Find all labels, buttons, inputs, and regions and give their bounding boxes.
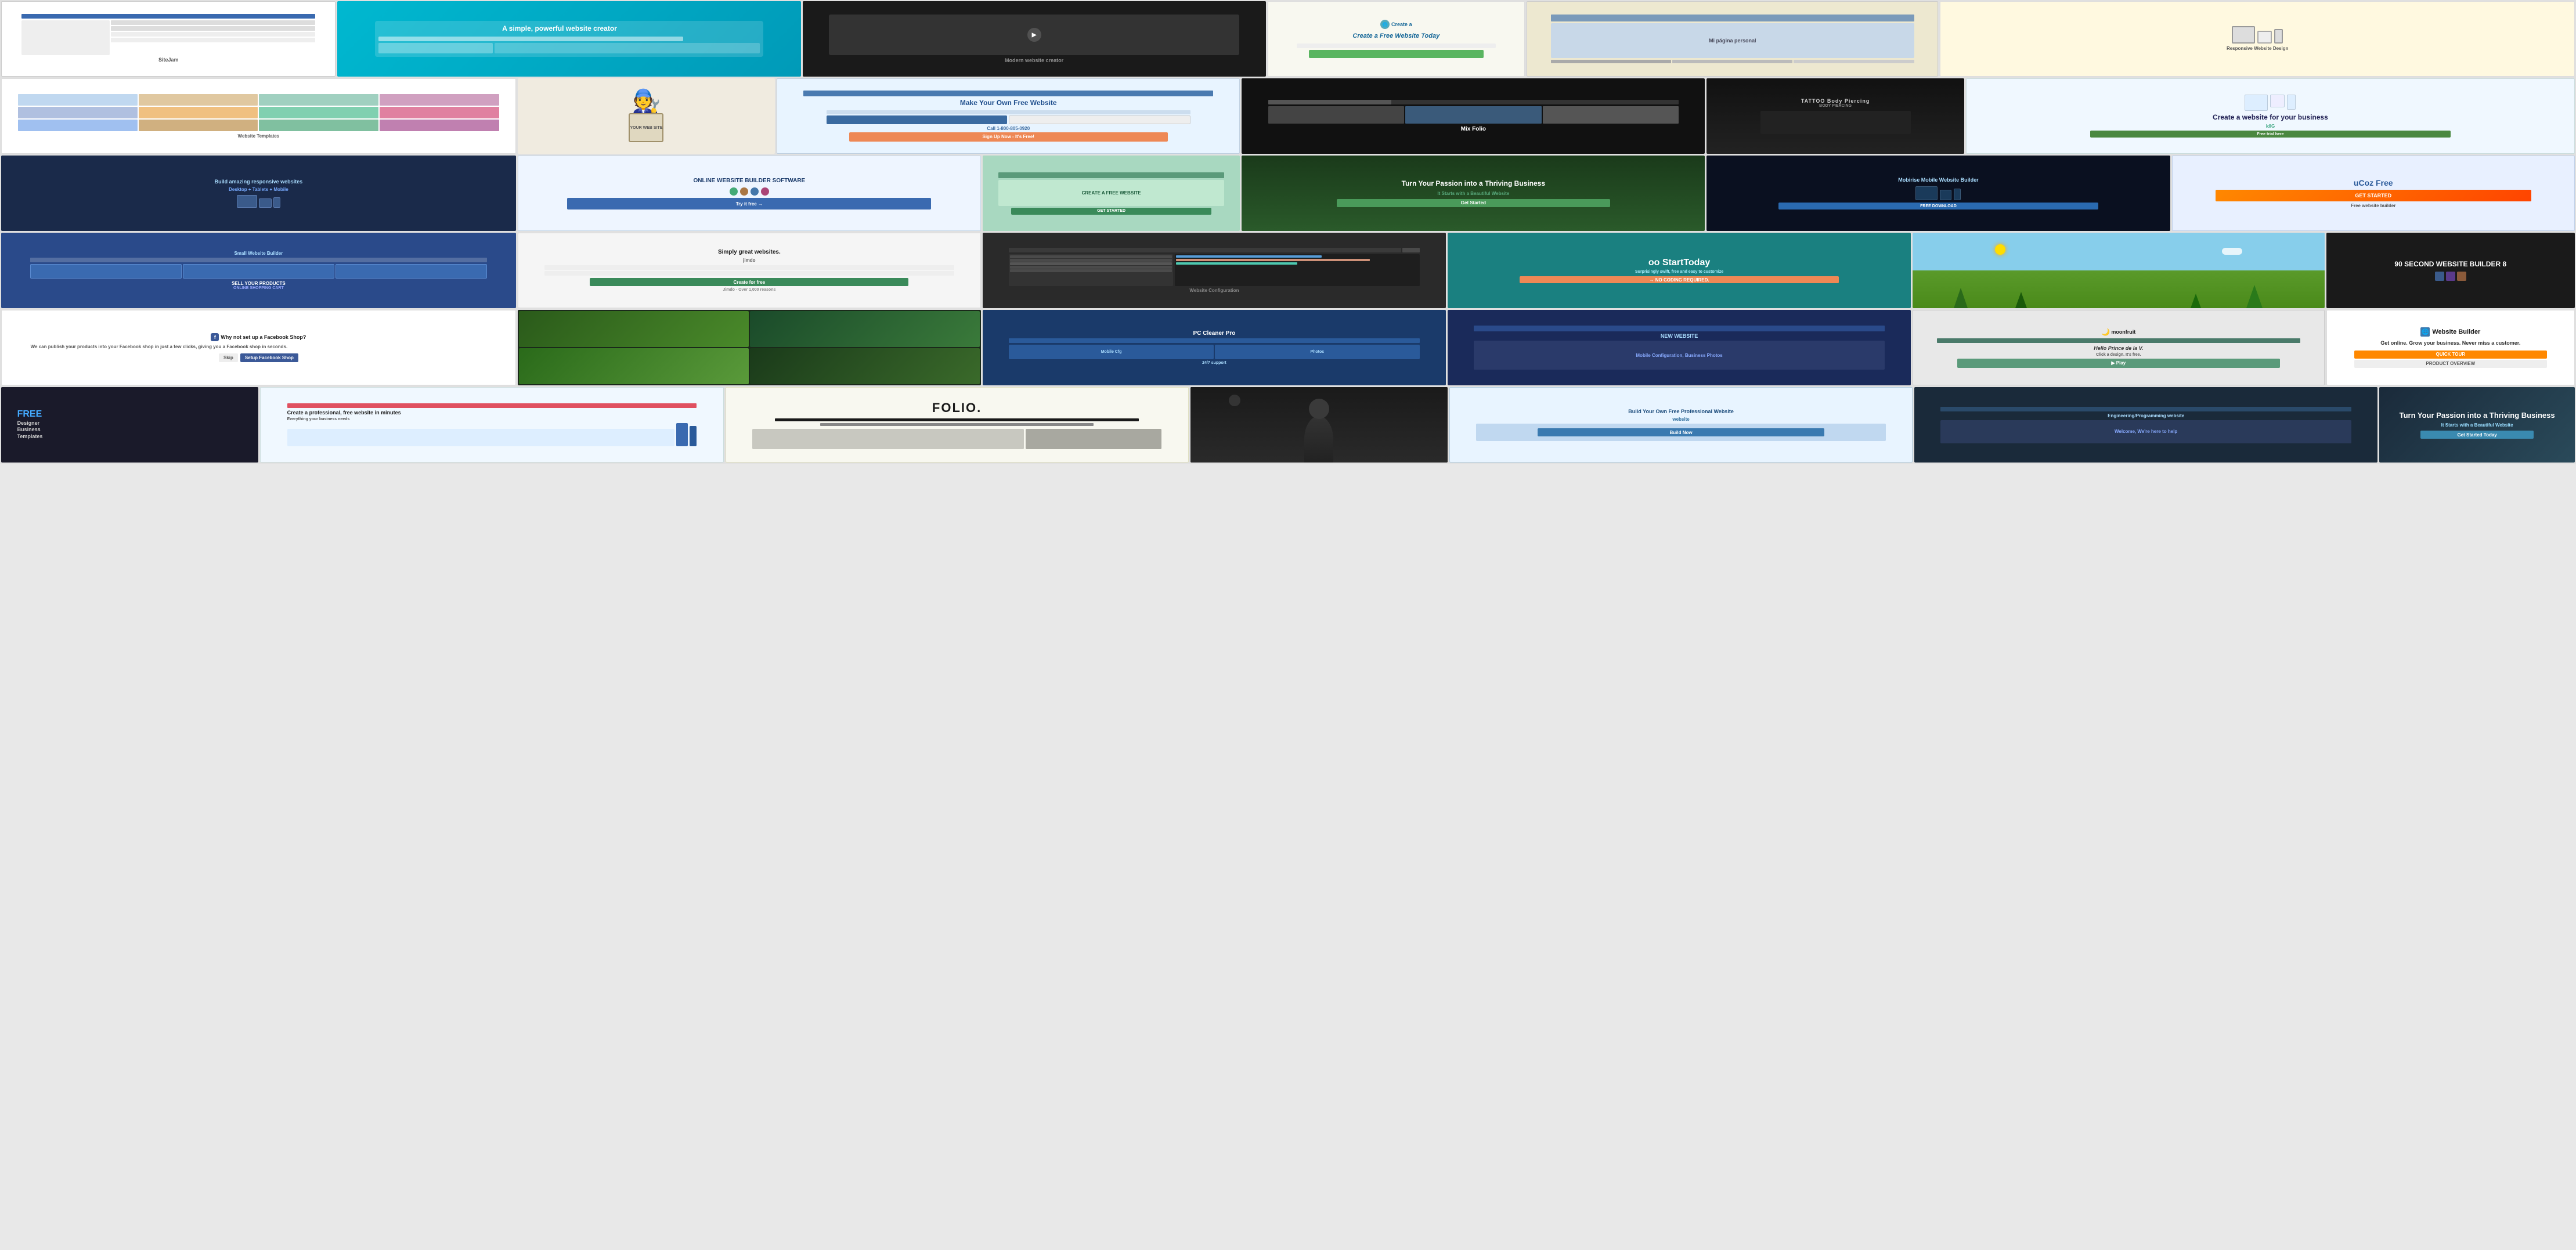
sitejam-app-label: A simple, powerful website creator [378, 24, 740, 34]
tile-company-home[interactable]: CREATE A FREE WEBSITE GET STARTED [983, 156, 1240, 231]
tile-responsive-builder[interactable]: Build amazing responsive websites Deskto… [1, 156, 516, 231]
gostart-sub: Surprisingly swift, free and easy to cus… [1635, 270, 1723, 274]
tile-online-software[interactable]: ONLINE WEBSITE BUILDER SOFTWARE Try it f… [518, 156, 981, 231]
row-4: Small Website Builder SELL YOUR PRODUCTS… [1, 233, 2575, 308]
moonfruit-label: 🌙moonfruit [2101, 328, 2135, 336]
tile-mascot[interactable]: 🧑‍🔧 YOUR WEB SITE [518, 78, 775, 154]
tile-folio[interactable]: FOLIO. [726, 387, 1189, 463]
mosaic-container: SiteJam A simple, powerful website creat… [0, 0, 2576, 464]
create-professional-sub: Everything your business needs [287, 417, 697, 421]
tile-dark-builder[interactable]: ▶ Modern website creator [803, 1, 1266, 77]
tile-make-free[interactable]: Make Your Own Free Website Call 1-800-80… [777, 78, 1240, 154]
tile-tattoo[interactable]: TATTOO Body Piercing BODY PIERCING [1706, 78, 1964, 154]
company-home-label: CREATE A FREE WEBSITE [1082, 190, 1141, 196]
tile-sitejam-app[interactable]: A simple, powerful website creator [337, 1, 800, 77]
tattoo-sub: BODY PIERCING [1819, 104, 1852, 108]
tile-90second[interactable]: 90 SECOND WEBSITE BUILDER 8 [2326, 233, 2575, 308]
mascot-label: YOUR WEB SITE [630, 126, 662, 130]
tile-file-editor[interactable]: Website Configuration [983, 233, 1446, 308]
passion-business-sub: It Starts with a Beautiful Website [1437, 191, 1509, 196]
engineering-sub: Welcome, We're here to help [2115, 429, 2177, 434]
row-2: Website Templates 🧑‍🔧 YOUR WEB SITE Make… [1, 78, 2575, 154]
small-builder-sub: SELL YOUR PRODUCTS [232, 281, 286, 286]
tile-pc-cleaner[interactable]: PC Cleaner Pro Mobile Cfg Photos 24/7 su… [983, 310, 1446, 385]
tile-mobirise[interactable]: Mobirise Mobile Website Builder FREE DOW… [1706, 156, 2170, 231]
wb-cta-label: Website Builder [2432, 328, 2480, 335]
new-website-label: NEW WEBSITE [1661, 333, 1698, 339]
free-templates-label: FREE [17, 409, 42, 419]
templates-label: Website Templates [238, 133, 280, 139]
90second-label: 90 SECOND WEBSITE BUILDER 8 [2394, 260, 2506, 268]
tile-portrait[interactable] [1190, 387, 1448, 463]
make-free-sub: Call 1-800-805-0920 [987, 126, 1030, 131]
small-builder-sub2: ONLINE SHOPPING CART [233, 286, 284, 290]
tile-jimdo[interactable]: Simply great websites. jimdo Create for … [518, 233, 981, 308]
tile-templates[interactable]: Website Templates [1, 78, 516, 154]
responsive-builder-label: Build amazing responsive websites [215, 179, 303, 185]
tile-business[interactable]: Create a website for your business idlG … [1966, 78, 2575, 154]
row-3: Build amazing responsive websites Deskto… [1, 156, 2575, 231]
dark-builder-label: Modern website creator [1005, 57, 1063, 63]
tile-nature-photos[interactable] [518, 310, 981, 385]
tile-wb-cta[interactable]: 🌐 Website Builder Get online. Grow your … [2326, 310, 2575, 385]
ucoz-label: uCoz Free [2354, 178, 2393, 187]
row-1: SiteJam A simple, powerful website creat… [1, 1, 2575, 77]
sitejam-label: SiteJam [158, 57, 179, 64]
engineering-label: Engineering/Programming website [2108, 413, 2184, 418]
tile-small-builder[interactable]: Small Website Builder SELL YOUR PRODUCTS… [1, 233, 516, 308]
personal-label: Mi página personal [1709, 38, 1756, 44]
wb-cta-desc: Get online. Grow your business. Never mi… [2380, 339, 2520, 348]
responsive-builder-sub: Desktop + Tablets + Mobile [229, 187, 288, 192]
mobirise-label: Mobirise Mobile Website Builder [1898, 177, 1978, 183]
tile-create-free[interactable]: 🌐 Create a Create a Free Website Today [1268, 1, 1525, 77]
tile-build-own[interactable]: Build Your Own Free Professional Website… [1449, 387, 1913, 463]
business-sub: idlG [2266, 124, 2275, 129]
row-5: f Why not set up a Facebook Shop? We can… [1, 310, 2575, 385]
facebook-shop-label: Why not set up a Facebook Shop? [221, 334, 306, 340]
row-6: FREE DesignerBusinessTemplates Create a … [1, 387, 2575, 463]
passion-business-label: Turn Your Passion into a Thriving Busine… [1402, 179, 1545, 189]
create-professional-label: Create a professional, free website in m… [287, 410, 697, 416]
small-builder-label: Small Website Builder [234, 251, 283, 256]
tattoo-label: TATTOO Body Piercing [1801, 98, 1870, 104]
moonfruit-sub: Hello Prince de la V. [2094, 345, 2143, 351]
tile-moonfruit[interactable]: 🌙moonfruit Hello Prince de la V. Click a… [1913, 310, 2324, 385]
free-templates-sub: DesignerBusinessTemplates [17, 420, 243, 440]
build-own-brand: website [1672, 417, 1689, 422]
tile-portfolio[interactable]: Mix Folio [1242, 78, 1705, 154]
tile-passion-thriving[interactable]: Turn Your Passion into a Thriving Busine… [2379, 387, 2575, 463]
portfolio-label: Mix Folio [1461, 126, 1486, 132]
tile-ucoz[interactable]: uCoz Free GET STARTED Free website build… [2172, 156, 2575, 231]
tile-new-website-config[interactable]: NEW WEBSITE Mobile Configuration, Busine… [1448, 310, 1911, 385]
jimdo-sub: Jimdo - Over 1,000 reasons [723, 288, 775, 292]
tile-free-templates[interactable]: FREE DesignerBusinessTemplates [1, 387, 258, 463]
online-software-label: ONLINE WEBSITE BUILDER SOFTWARE [693, 177, 805, 185]
create-free-label: Create a Free Website Today [1352, 32, 1439, 40]
tile-landscape[interactable] [1913, 233, 2324, 308]
file-editor-label: Website Configuration [1189, 288, 1239, 293]
tile-facebook-shop[interactable]: f Why not set up a Facebook Shop? We can… [1, 310, 516, 385]
pc-cleaner-sub: 24/7 support [1202, 361, 1226, 365]
folio-label: FOLIO. [932, 400, 982, 416]
tile-sitejam[interactable]: SiteJam [1, 1, 335, 77]
tile-engineering[interactable]: Engineering/Programming website Welcome,… [1914, 387, 2377, 463]
tile-create-professional[interactable]: Create a professional, free website in m… [260, 387, 723, 463]
facebook-shop-desc: We can publish your products into your F… [31, 344, 487, 350]
tile-responsive[interactable]: Responsive Website Design [1940, 1, 2575, 77]
jimdo-label: Simply great websites. [718, 249, 781, 255]
tile-personal-page[interactable]: Mi página personal [1527, 1, 1938, 77]
build-own-label: Build Your Own Free Professional Website [1628, 409, 1734, 414]
tile-gostart[interactable]: oo StartToday Surprisingly swift, free a… [1448, 233, 1911, 308]
new-website-sub: Mobile Configuration, Business Photos [1636, 353, 1722, 358]
gostart-label: oo StartToday [1648, 258, 1710, 268]
pc-cleaner-label: PC Cleaner Pro [1193, 330, 1236, 337]
responsive-label: Responsive Website Design [2227, 46, 2289, 52]
make-free-label: Make Your Own Free Website [960, 99, 1057, 108]
ucoz-sub: Free website builder [2351, 203, 2395, 208]
business-label: Create a website for your business [2213, 113, 2328, 122]
tile-passion-business-main[interactable]: Turn Your Passion into a Thriving Busine… [1242, 156, 1705, 231]
passion-thriving-sub: It Starts with a Beautiful Website [2441, 422, 2513, 428]
passion-thriving-label: Turn Your Passion into a Thriving Busine… [2400, 411, 2555, 421]
